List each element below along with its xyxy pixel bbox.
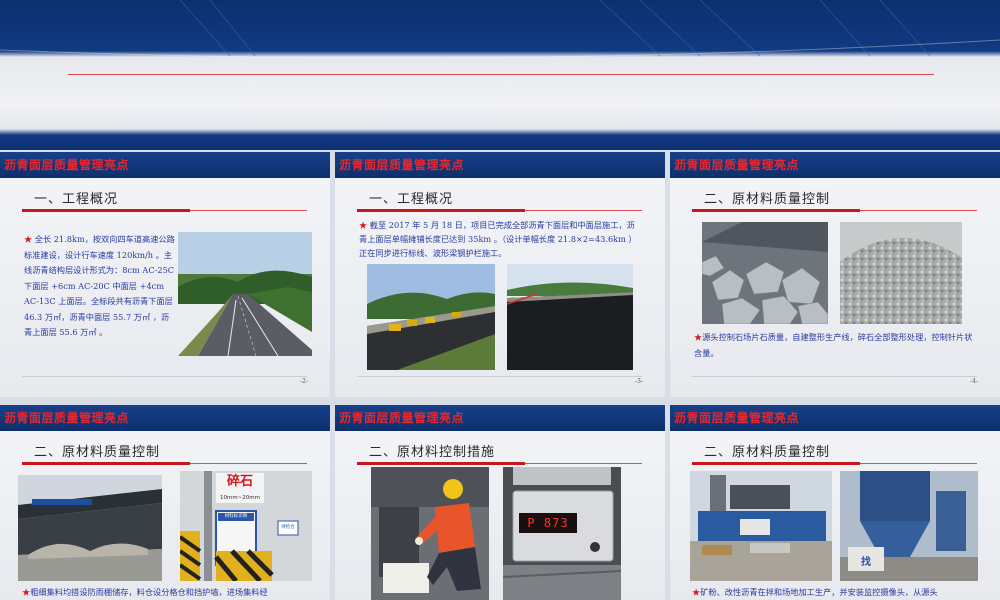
pending-inspection-sign: 待检仓: [281, 525, 295, 530]
slide-header-title: 沥青面层质量管理亮点: [674, 158, 800, 172]
slide-body-text: ★矿粉、改性沥青在拌和场地加工生产，并安装监控摄像头，从源头: [692, 587, 938, 597]
mineral-powder-silo-photo: 找: [840, 471, 978, 581]
section-title: 二、原材料质量控制: [704, 192, 831, 207]
page-number: -4-: [970, 378, 978, 385]
slide-body-text: ★源头控制石场片石质量，自建整形生产线，碎石全部整形处理，控制针片状含量。: [694, 332, 973, 358]
slide-2[interactable]: 沥青面层质量管理亮点 一、工程概况 ★ 截至 2017 年 5 月 18 日，项…: [335, 152, 665, 397]
section-title: 一、工程概况: [369, 192, 454, 207]
slide-grid: 沥青面层质量管理亮点 一、工程概况 ★ 全长 21.8km，按双向四车道高速公路…: [0, 152, 1000, 600]
slide-body-text: ★粗细集料均搭设防雨棚储存，料仓设分格仓和挡护墙，进场集料经: [22, 587, 268, 597]
rain-shelter-photo: [18, 475, 162, 581]
slide-footer-rule: [357, 376, 642, 377]
slide-body-text: ★ 截至 2017 年 5 月 18 日，项目已完成全部沥青下面层和中面层施工，…: [359, 220, 637, 258]
star-icon: ★: [22, 587, 31, 597]
worker-testing-photo: [371, 467, 489, 600]
star-icon: ★: [694, 332, 703, 342]
section-underline-accent: [22, 209, 190, 212]
digital-meter-photo: P 873: [503, 467, 621, 600]
banner-decoration: [0, 0, 1000, 59]
meter-reading-display: P 873: [527, 516, 569, 530]
slide-3[interactable]: 沥青面层质量管理亮点 二、原材料质量控制 ★源头控制石场片石质量，自建整形生产线…: [670, 152, 1000, 397]
section-title: 二、原材料质量控制: [704, 445, 831, 460]
star-icon: ★: [24, 234, 33, 244]
slide-4[interactable]: 沥青面层质量管理亮点 二、原材料质量控制 碎石 10mm~20mm 材料标识牌 …: [0, 405, 330, 600]
slide-header-title: 沥青面层质量管理亮点: [4, 411, 130, 425]
section-title: 一、工程概况: [34, 192, 119, 207]
slide-1[interactable]: 沥青面层质量管理亮点 一、工程概况 ★ 全长 21.8km，按双向四车道高速公路…: [0, 152, 330, 397]
section-title: 二、原材料质量控制: [34, 445, 161, 460]
star-icon: ★: [359, 220, 368, 230]
section-underline-accent: [22, 462, 190, 465]
section-underline-accent: [692, 462, 860, 465]
crushed-stone-photo: [840, 222, 962, 324]
material-sign-photo: 碎石 10mm~20mm 材料标识牌 待检仓: [180, 471, 312, 581]
slide-header-title: 沥青面层质量管理亮点: [674, 411, 800, 425]
slide-body-text: ★ 全长 21.8km，按双向四车道高速公路标准建设，设计行车速度 120km/…: [24, 234, 175, 337]
page-number: -3-: [635, 378, 643, 385]
mixing-plant-photo: [690, 471, 832, 581]
section-underline-accent: [357, 209, 525, 212]
gravel-sign-size: 10mm~20mm: [216, 493, 264, 503]
slide-footer-rule: [22, 376, 307, 377]
slide-6[interactable]: 沥青面层质量管理亮点 二、原材料质量控制 找 ★矿粉、改性沥青在拌和场地加工生产…: [670, 405, 1000, 600]
section-underline-accent: [692, 209, 860, 212]
section-underline-accent: [357, 462, 525, 465]
slide-header-title: 沥青面层质量管理亮点: [4, 158, 130, 172]
svg-text:找: 找: [861, 555, 871, 568]
section-title: 二、原材料控制措施: [369, 445, 496, 460]
page-number: -2-: [300, 378, 308, 385]
slide-header-title: 沥青面层质量管理亮点: [339, 158, 465, 172]
paving-crew-photo: [367, 264, 495, 370]
banner-divider-line: [68, 74, 934, 75]
slide-5[interactable]: 沥青面层质量管理亮点 二、原材料控制措施 P 873: [335, 405, 665, 600]
cover-slide-banner: [0, 0, 1000, 150]
highway-photo: [178, 232, 312, 356]
quarry-rock-photo: [702, 222, 828, 324]
slide-footer-rule: [692, 376, 977, 377]
star-icon: ★: [692, 587, 701, 597]
asphalt-road-photo: [507, 264, 633, 370]
material-board-title: 材料标识牌: [218, 513, 254, 521]
slide-header-title: 沥青面层质量管理亮点: [339, 411, 465, 425]
gravel-sign-label: 碎石: [216, 473, 264, 493]
